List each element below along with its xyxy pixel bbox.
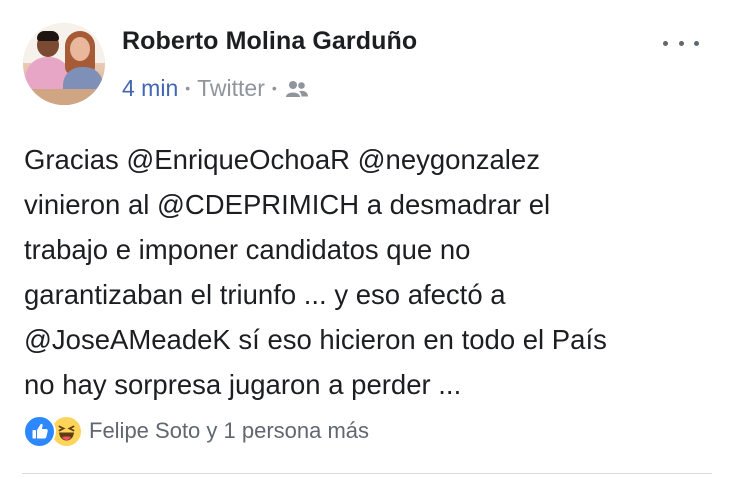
post-text-line: garantizaban el triunfo ... y eso afectó… (24, 279, 506, 310)
post-card: Roberto Molina Garduño 4 min • Twitter •… (0, 0, 734, 478)
like-icon (23, 414, 56, 448)
post-text: Gracias @EnriqueOchoaR @neygonzalez vini… (24, 137, 724, 407)
post-meta: 4 min • Twitter • (122, 74, 309, 102)
post-timestamp[interactable]: 4 min (122, 75, 178, 102)
post-text-line: vinieron al @CDEPRIMICH a desmadrar el (24, 189, 551, 220)
author-avatar[interactable] (23, 23, 105, 105)
divider (22, 473, 712, 474)
post-text-line: Gracias @EnriqueOchoaR @neygonzalez (24, 144, 540, 175)
meta-separator: • (271, 80, 277, 96)
post-text-line: trabajo e imponer candidatos que no (24, 234, 471, 265)
friends-icon[interactable] (285, 78, 309, 98)
more-options-icon[interactable] (663, 36, 699, 50)
author-name[interactable]: Roberto Molina Garduño (122, 27, 417, 56)
meta-separator: • (185, 80, 191, 96)
post-text-line: no hay sorpresa jugaron a perder ... (24, 369, 462, 400)
reactions-count-text: Felipe Soto y 1 persona más (89, 418, 370, 443)
post-text-line: @JoseAMeadeK sí eso hicieron en todo el … (24, 324, 607, 355)
reactions-summary[interactable]: Felipe Soto y 1 persona más (23, 413, 369, 449)
post-source: Twitter (197, 74, 265, 101)
